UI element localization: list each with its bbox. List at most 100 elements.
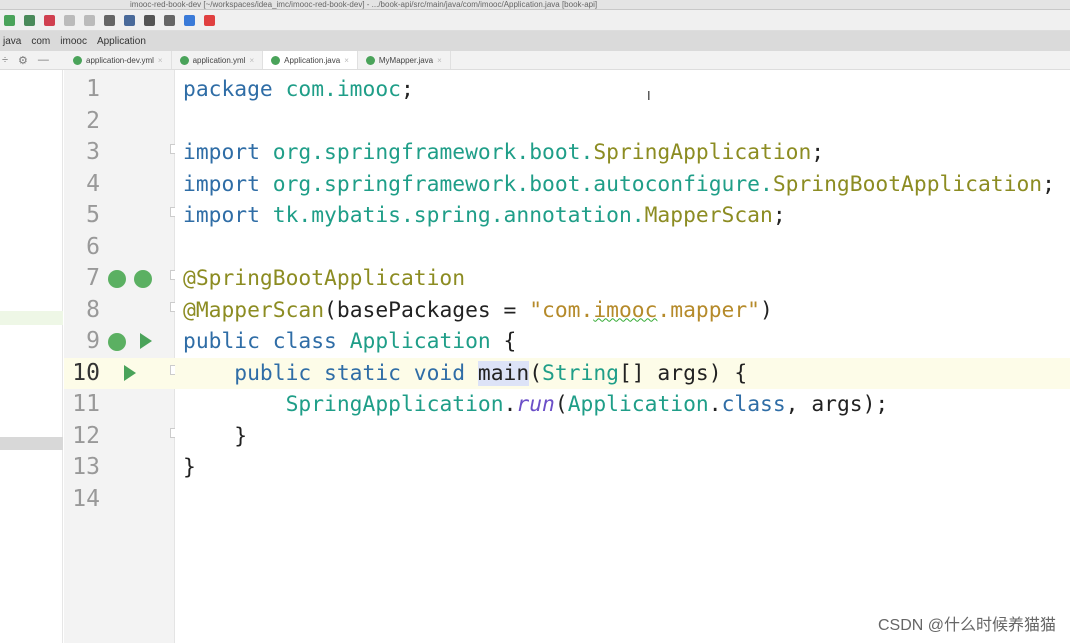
code-token: SpringApplication [285,392,504,417]
tree-item[interactable] [0,437,63,450]
code-token: String [542,360,619,386]
code-line[interactable]: @SpringBootApplication [175,263,1070,295]
code-token: "com. [529,297,594,323]
code-token: ) [760,297,773,323]
code-token: import [183,140,273,165]
code-line[interactable]: import tk.mybatis.spring.annotation.Mapp… [175,200,1070,232]
line-number: 11 [72,391,100,417]
spring-bean-icon[interactable] [108,270,126,288]
code-token: import [183,171,273,197]
code-token: org.springframework.boot. [272,140,594,165]
code-token: ( [554,392,568,417]
code-token: imooc [593,297,658,323]
code-line[interactable]: public class Application { [175,326,1070,358]
run-config-icon[interactable] [84,14,95,26]
file-icon [73,55,82,65]
tab-application-yml[interactable]: application.yml × [172,51,264,69]
code-token: , args); [785,392,889,417]
code-line[interactable]: } [175,421,1070,453]
code-token: main [477,360,530,386]
line-number: 10 [72,359,100,386]
tab-controls: ÷ ⚙ — [0,51,65,69]
spring-bean-icon[interactable] [108,333,126,351]
wrench-icon[interactable] [104,14,115,26]
code-line[interactable] [175,484,1070,516]
line-number: 5 [86,202,100,228]
plugin-icon[interactable] [204,14,215,26]
breadcrumb-item[interactable]: com [31,36,50,47]
line-number: 9 [86,328,100,354]
editor-tabs: ÷ ⚙ — application-dev.yml × application.ym… [0,51,1070,70]
file-icon [365,55,375,65]
code-token: { [490,329,517,354]
code-token: import [183,203,273,228]
gear-icon[interactable]: ⚙ [18,54,28,67]
code-line[interactable] [175,232,1070,264]
run-icon[interactable] [124,364,136,381]
project-panel[interactable] [0,70,63,643]
code-token: ; [811,140,825,165]
code-line[interactable]: import org.springframework.boot.SpringAp… [175,137,1070,169]
code-token: run [516,392,555,417]
spring-boot-icon[interactable] [134,270,152,288]
minimize-icon[interactable]: — [38,54,49,66]
debug-icon[interactable] [4,14,15,26]
code-line[interactable] [175,106,1070,138]
project-structure-icon[interactable] [124,14,135,26]
mouse-text-cursor-icon: I [647,88,651,103]
code-token: SpringApplication [593,140,812,165]
code-line[interactable]: package com.imooc; [175,74,1070,106]
close-icon[interactable]: × [437,56,442,65]
coverage-icon[interactable] [24,14,35,26]
code-token: .mapper" [657,297,760,323]
breadcrumb-item[interactable]: Application [97,36,146,47]
close-icon[interactable]: × [158,56,163,65]
code-editor[interactable]: package com.imooc; import org.springframe… [175,70,1070,643]
code-token: (basePackages = [324,297,530,323]
tab-label: application.yml [192,55,246,65]
tab-application-dev-yml[interactable]: application-dev.yml × [65,51,172,69]
line-number: 14 [72,485,100,512]
collapse-icon[interactable]: ÷ [2,54,8,66]
selected-tree-item[interactable] [0,311,63,325]
line-number: 2 [86,107,100,134]
tab-label: MyMapper.java [378,55,434,65]
line-number: 12 [72,422,100,449]
code-token: public static void [183,360,478,386]
code-token: tk.mybatis.spring.annotation. [272,203,645,228]
line-number: 3 [86,139,100,165]
line-number: 7 [86,265,100,291]
code-token: } [183,423,248,449]
run-icon[interactable] [140,333,152,349]
stop-icon[interactable] [44,14,55,26]
code-token: } [183,455,196,480]
close-icon[interactable]: × [249,56,254,65]
code-line[interactable]: public static void main(String[] args) { [175,357,1070,389]
editor-gutter[interactable]: 1 2 3 4 5 6 7 8 9 10 11 12 13 14 [64,70,180,643]
tab-mymapper-java[interactable]: MyMapper.java × [358,51,451,69]
code-line[interactable]: @MapperScan(basePackages = "com.imooc.ma… [175,295,1070,327]
watermark: CSDN @什么时候养猫猫 [877,617,1056,634]
file-icon [179,55,189,65]
code-token: class [721,392,786,417]
code-line[interactable]: SpringApplication.run(Application.class,… [175,389,1070,421]
tab-label: application-dev.yml [86,55,154,65]
line-number: 1 [86,76,100,102]
line-number: 13 [72,454,100,480]
code-token: MapperScan [644,203,773,228]
breadcrumb-item[interactable]: imooc [60,36,87,47]
vcs-icon[interactable] [164,14,175,26]
code-token: Application [349,329,491,354]
translate-icon[interactable] [184,14,195,26]
code-token: [] args) { [618,360,748,386]
close-icon[interactable]: × [344,56,349,65]
code-line[interactable]: import org.springframework.boot.autoconf… [175,169,1070,201]
build-icon[interactable] [64,14,75,26]
breadcrumb-item[interactable]: java [3,36,21,47]
code-token: SpringBootApplication [772,171,1043,197]
tab-application-java[interactable]: Application.java × [263,51,358,69]
search-icon[interactable] [144,14,155,26]
line-number: 6 [86,233,100,260]
code-line[interactable]: } [175,452,1070,484]
code-token: . [503,392,517,417]
